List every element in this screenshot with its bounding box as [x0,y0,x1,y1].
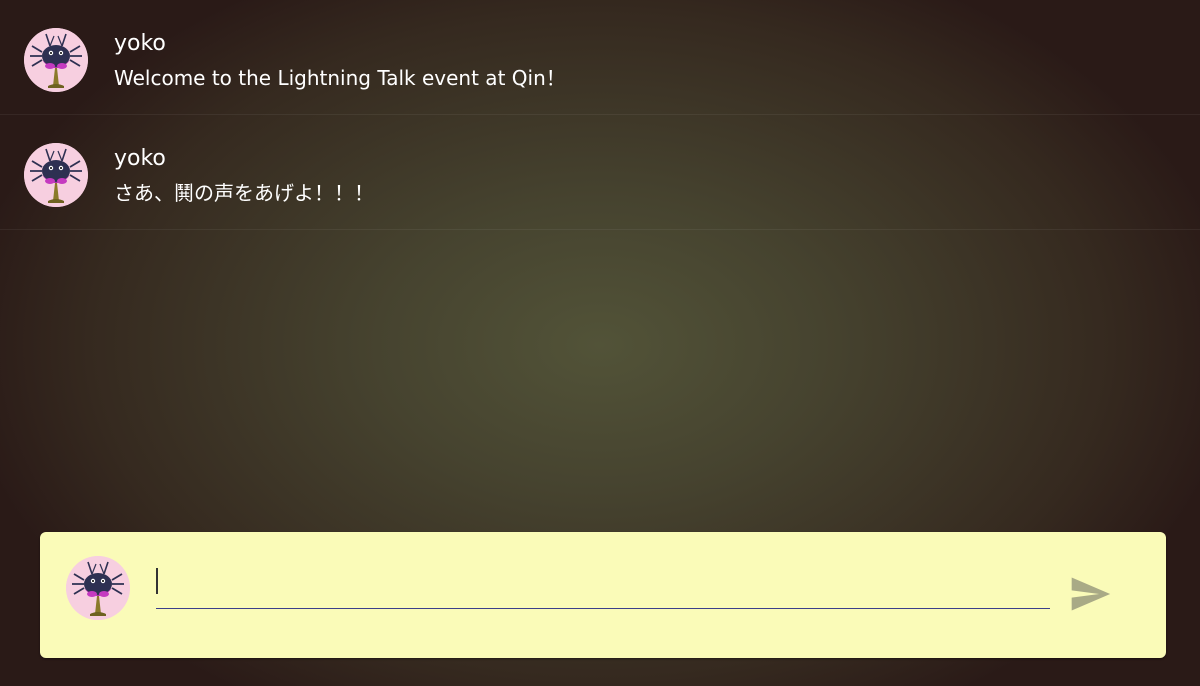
bug-avatar-icon [24,28,88,92]
message-username: yoko [114,31,166,56]
message-username: yoko [114,146,166,171]
message-input[interactable] [156,562,1050,608]
chat-message: yoko Welcome to the Lightning Talk event… [0,0,1200,115]
chat-message: yoko さあ、鬨の声をあげよ！！！ [0,115,1200,230]
message-text: Welcome to the Lightning Talk event at Q… [114,66,566,90]
message-composer [40,532,1166,658]
message-input-wrapper[interactable] [156,562,1050,609]
send-button[interactable] [1068,572,1112,616]
message-text: さあ、鬨の声をあげよ！！！ [114,181,374,205]
bug-avatar-icon [24,143,88,207]
bug-avatar-icon [66,556,130,620]
send-icon [1071,577,1111,611]
message-list: yoko Welcome to the Lightning Talk event… [0,0,1200,230]
text-caret [156,568,158,594]
